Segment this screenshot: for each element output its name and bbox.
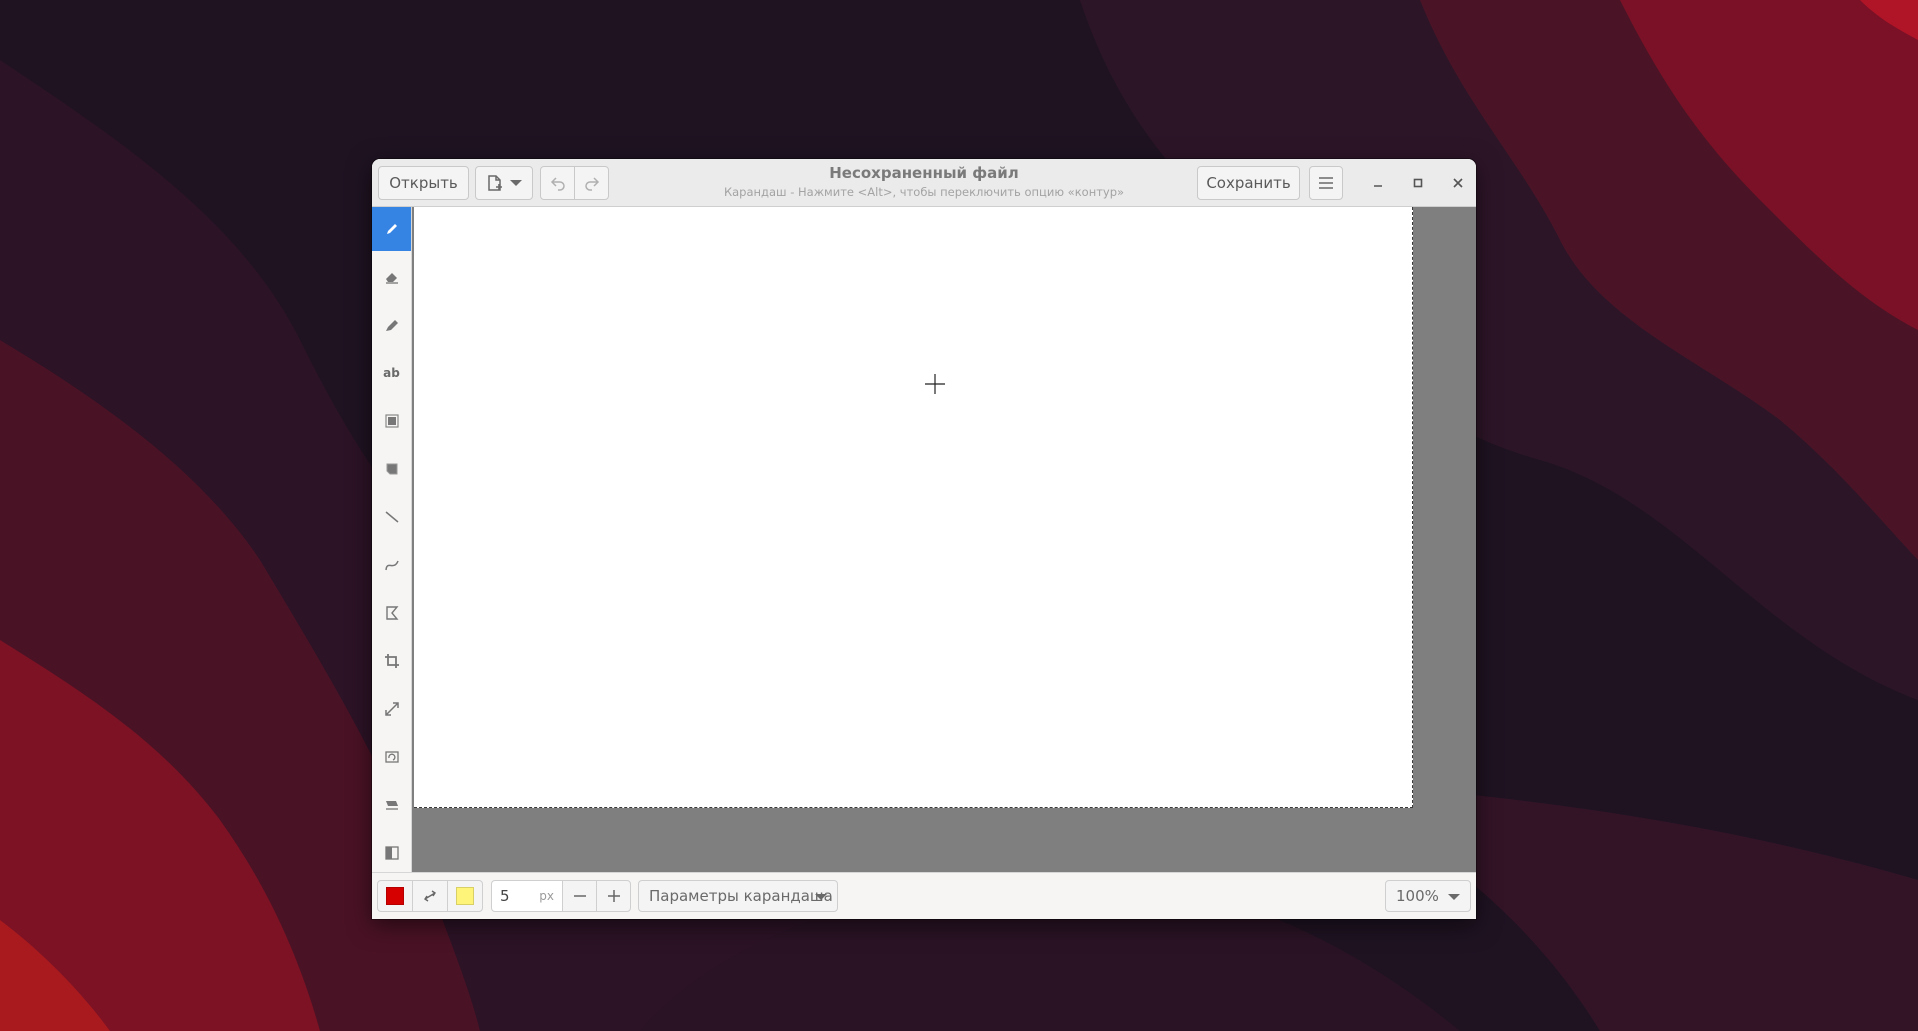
maximize-button[interactable]: [1402, 166, 1434, 200]
save-button-label: Сохранить: [1206, 174, 1291, 192]
eraser-icon: [384, 269, 400, 285]
decrease-size-button[interactable]: [562, 880, 597, 912]
minimize-button[interactable]: [1362, 166, 1394, 200]
main-menu-button[interactable]: [1309, 166, 1343, 200]
tool-pencil[interactable]: [372, 207, 411, 251]
tool-text[interactable]: ab: [372, 351, 411, 395]
minus-icon: [573, 889, 587, 903]
maximize-icon: [1412, 177, 1424, 189]
tool-skew[interactable]: [372, 783, 411, 827]
primary-color-button[interactable]: [377, 880, 413, 912]
tool-highlighter[interactable]: [372, 303, 411, 347]
swap-colors-button[interactable]: [412, 880, 448, 912]
window-titles: Несохраненный файл Карандаш - Нажмите <A…: [672, 164, 1176, 200]
window-subtitle: Карандаш - Нажмите <Alt>, чтобы переключ…: [723, 185, 1125, 199]
new-image-icon: [486, 174, 504, 192]
tool-line[interactable]: [372, 495, 411, 539]
size-unit: px: [539, 889, 554, 903]
free-select-icon: [384, 461, 400, 477]
close-button[interactable]: [1442, 166, 1474, 200]
open-button-label: Открыть: [389, 174, 458, 192]
tool-rect-selection[interactable]: [372, 399, 411, 443]
minimize-icon: [1372, 177, 1384, 189]
tool-curve[interactable]: [372, 543, 411, 587]
filters-icon: [384, 845, 400, 861]
crop-icon: [384, 653, 400, 669]
secondary-color-button[interactable]: [447, 880, 483, 912]
curve-icon: [384, 557, 400, 573]
tool-filters[interactable]: [372, 831, 411, 875]
tool-options-label: Параметры карандаша: [649, 887, 833, 905]
chevron-down-icon: [1448, 894, 1460, 900]
line-icon: [384, 509, 400, 525]
scale-icon: [384, 701, 400, 717]
tool-options-dropdown[interactable]: Параметры карандаша: [638, 880, 838, 912]
secondary-color-swatch: [456, 887, 474, 905]
chevron-down-icon: [815, 894, 827, 900]
undo-icon: [550, 175, 566, 191]
app-window: Открыть Несохраненный файл Карандаш - На…: [372, 159, 1476, 919]
tool-eraser[interactable]: [372, 255, 411, 299]
canvas-viewport[interactable]: [412, 207, 1476, 872]
tool-shape[interactable]: [372, 591, 411, 635]
increase-size-button[interactable]: [596, 880, 631, 912]
size-spinbutton[interactable]: 5 px: [491, 880, 563, 912]
rect-select-icon: [384, 413, 400, 429]
open-button[interactable]: Открыть: [378, 166, 469, 200]
zoom-label: 100%: [1396, 887, 1439, 905]
size-value: 5: [500, 887, 510, 905]
bottom-bar: 5 px Параметры карандаша 100%: [372, 872, 1476, 919]
hamburger-menu-icon: [1318, 176, 1334, 190]
tools-sidebar: ab: [372, 207, 412, 872]
shape-icon: [384, 605, 400, 621]
highlighter-icon: [384, 317, 400, 333]
redo-button[interactable]: [574, 166, 609, 200]
save-button[interactable]: Сохранить: [1197, 166, 1300, 200]
tool-crop[interactable]: [372, 639, 411, 683]
undo-button[interactable]: [540, 166, 575, 200]
text-icon: ab: [383, 366, 400, 380]
tool-free-selection[interactable]: [372, 447, 411, 491]
tool-rotate[interactable]: [372, 735, 411, 779]
rotate-icon: [384, 749, 400, 765]
pencil-icon: [384, 221, 400, 237]
skew-icon: [384, 797, 400, 813]
redo-icon: [584, 175, 600, 191]
crosshair-cursor-icon: [924, 373, 946, 395]
tool-scale[interactable]: [372, 687, 411, 731]
window-title: Несохраненный файл: [829, 164, 1019, 182]
primary-color-swatch: [386, 887, 404, 905]
plus-icon: [607, 889, 621, 903]
zoom-dropdown[interactable]: 100%: [1385, 880, 1471, 912]
chevron-down-icon: [510, 180, 522, 186]
close-icon: [1452, 177, 1464, 189]
new-image-button[interactable]: [475, 166, 533, 200]
drawing-canvas[interactable]: [414, 207, 1413, 808]
header-bar: Открыть Несохраненный файл Карандаш - На…: [372, 159, 1476, 207]
swap-colors-icon: [422, 888, 438, 904]
